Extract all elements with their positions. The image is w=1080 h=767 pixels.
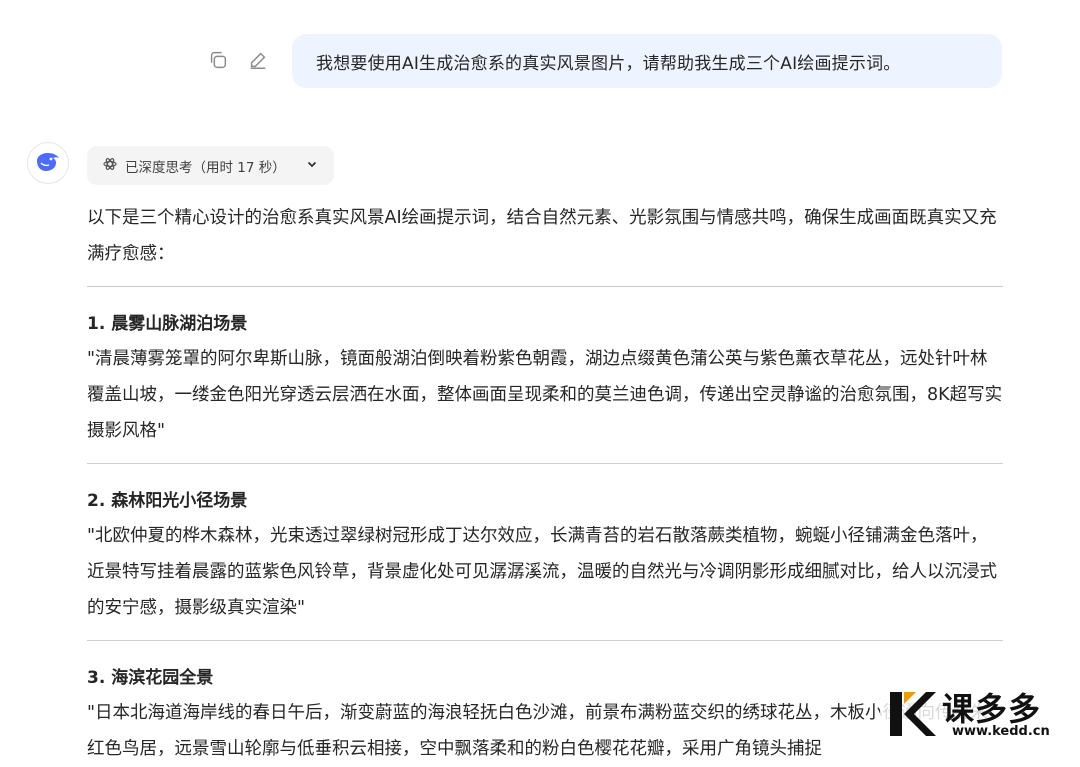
section-title: 1. 晨雾山脉湖泊场景 <box>87 314 248 334</box>
user-message-bubble: 我想要使用AI生成治愈系的真实风景图片，请帮助我生成三个AI绘画提示词。 <box>292 34 1002 88</box>
section-title: 3. 海滨花园全景 <box>87 668 214 688</box>
watermark-url: www.kedd.cn <box>952 724 1050 739</box>
atom-icon <box>103 157 117 175</box>
whale-logo-icon <box>34 149 62 177</box>
prompt-section: 3. 海滨花园全景 "日本北海道海岸线的春日午后，渐变蔚蓝的海浪轻抚白色沙滩，前… <box>87 661 1003 767</box>
section-title: 2. 森林阳光小径场景 <box>87 491 248 511</box>
section-body: "日本北海道海岸线的春日午后，渐变蔚蓝的海浪轻抚白色沙滩，前景布满粉蓝交织的绣球… <box>87 703 988 759</box>
prompt-section: 1. 晨雾山脉湖泊场景 "清晨薄雾笼罩的阿尔卑斯山脉，镜面般湖泊倒映着粉紫色朝霞… <box>87 307 1003 449</box>
section-body: "北欧仲夏的桦木森林，光束透过翠绿树冠形成丁达尔效应，长满青苔的岩石散落蕨类植物… <box>87 526 997 618</box>
chevron-down-icon <box>306 158 318 174</box>
deep-thinking-toggle[interactable]: 已深度思考（用时 17 秒） <box>87 146 334 185</box>
copy-icon[interactable] <box>204 46 232 74</box>
prompt-section: 2. 森林阳光小径场景 "北欧仲夏的桦木森林，光束透过翠绿树冠形成丁达尔效应，长… <box>87 484 1003 626</box>
divider <box>87 640 1003 641</box>
section-body: "清晨薄雾笼罩的阿尔卑斯山脉，镜面般湖泊倒映着粉紫色朝霞，湖边点缀黄色蒲公英与紫… <box>87 349 1003 441</box>
answer-intro: 以下是三个精心设计的治愈系真实风景AI绘画提示词，结合自然元素、光影氛围与情感共… <box>87 208 997 264</box>
assistant-answer: 以下是三个精心设计的治愈系真实风景AI绘画提示词，结合自然元素、光影氛围与情感共… <box>87 200 1003 767</box>
edit-icon[interactable] <box>244 46 272 74</box>
thinking-label: 已深度思考（用时 17 秒） <box>125 159 286 176</box>
divider <box>87 463 1003 464</box>
user-message-text: 我想要使用AI生成治愈系的真实风景图片，请帮助我生成三个AI绘画提示词。 <box>316 53 901 74</box>
watermark: 课多多 www.kedd.cn <box>880 680 1080 746</box>
user-message-row: 我想要使用AI生成治愈系的真实风景图片，请帮助我生成三个AI绘画提示词。 <box>0 34 1080 88</box>
watermark-logo-icon <box>886 686 938 740</box>
divider <box>87 286 1003 287</box>
assistant-avatar <box>27 142 69 184</box>
